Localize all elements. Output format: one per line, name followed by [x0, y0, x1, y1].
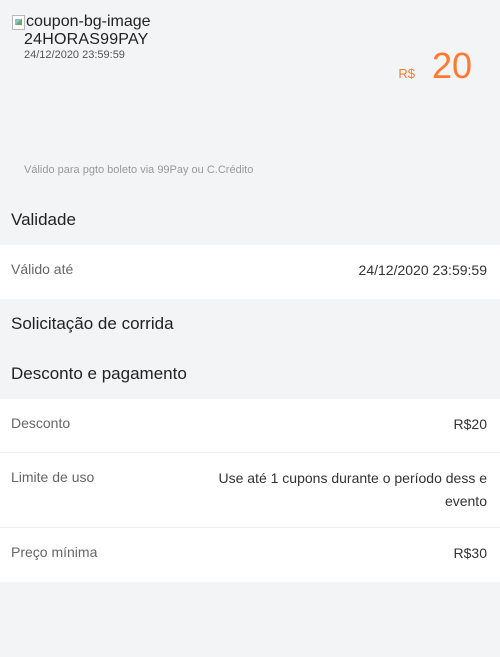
- minimum-price-label: Preço mínima: [11, 544, 98, 560]
- minimum-price-value: R$30: [453, 545, 487, 561]
- usage-limit-label: Limite de uso: [11, 469, 95, 485]
- section-title-discount-payment: Desconto e pagamento: [11, 364, 187, 383]
- detail-row: Desconto R$20: [0, 399, 500, 453]
- detail-row: Válido até 24/12/2020 23:59:59: [0, 245, 500, 299]
- usage-limit-value: Use até 1 cupons durante o período dess …: [218, 470, 487, 509]
- coupon-code: 24HORAS99PAY: [24, 31, 149, 48]
- discount-label: Desconto: [11, 415, 71, 431]
- discount-value: R$20: [453, 416, 487, 432]
- validity-card: Válido até 24/12/2020 23:59:59: [0, 245, 500, 299]
- section-title-validity: Validade: [11, 210, 76, 229]
- section-title-ride-request: Solicitação de corrida: [11, 314, 174, 333]
- detail-row: Limite de uso Use até 1 cupons durante o…: [0, 453, 500, 528]
- valid-until-label: Válido até: [11, 261, 74, 277]
- coupon-note: Válido para pgto boleto via 99Pay ou C.C…: [24, 164, 254, 176]
- coupon-header: coupon-bg-image 24HORAS99PAY 24/12/2020 …: [0, 0, 500, 195]
- coupon-background-image: coupon-bg-image: [12, 12, 151, 32]
- valid-until-value: 24/12/2020 23:59:59: [358, 262, 487, 278]
- coupon-expiry: 24/12/2020 23:59:59: [24, 49, 125, 61]
- coupon-amount: 20: [431, 45, 472, 86]
- coupon-price: R$ 20: [398, 44, 472, 88]
- coupon-currency: R$: [398, 66, 415, 81]
- coupon-image-alt-text: coupon-bg-image: [26, 13, 151, 30]
- detail-row: Preço mínima R$30: [0, 528, 500, 582]
- discount-payment-card: Desconto R$20 Limite de uso Use até 1 cu…: [0, 399, 500, 582]
- broken-image-icon: [12, 14, 25, 30]
